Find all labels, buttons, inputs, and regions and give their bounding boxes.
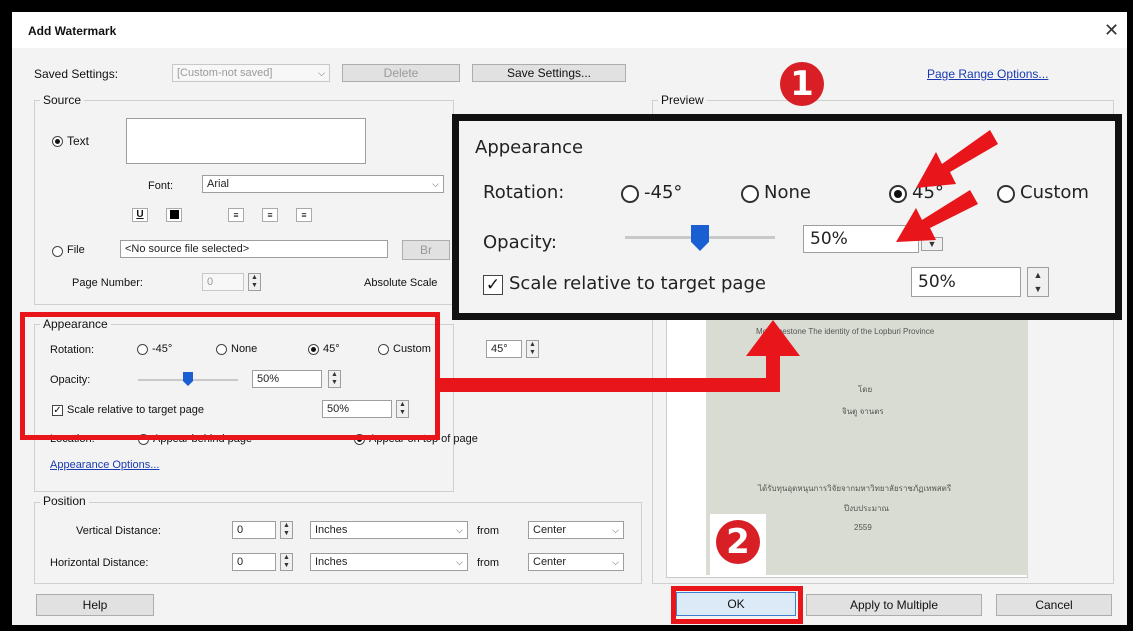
horizontal-distance-label: Horizontal Distance:: [50, 557, 149, 569]
align-center-icon: ≡: [267, 210, 273, 220]
close-icon[interactable]: ✕: [1104, 20, 1119, 41]
preview-funding-line: ได้รับทุนอุดหนุนการวิจัยจากมหาวิทยาลัยรา…: [758, 484, 952, 493]
horizontal-unit-select[interactable]: Inches ⌵: [310, 553, 468, 571]
browse-button[interactable]: Br: [402, 240, 450, 260]
horizontal-distance-spinner[interactable]: ▲ ▼: [280, 553, 293, 571]
cancel-button[interactable]: Cancel: [996, 594, 1112, 616]
zoom-scale-relative-checkbox[interactable]: ✓: [483, 275, 503, 295]
preview-group-label: Preview: [658, 93, 707, 107]
chevron-down-icon: ⌵: [318, 68, 325, 78]
font-label: Font:: [148, 180, 174, 192]
source-file-label: File: [67, 244, 85, 256]
appearance-highlight-box: [20, 312, 440, 440]
chevron-down-icon: ⌵: [612, 525, 619, 535]
connector-arrow-vertical: [766, 350, 780, 392]
chevron-down-icon: ⌵: [456, 557, 463, 567]
appearance-zoom-panel: Appearance Rotation: -45° None 45° Custo…: [452, 114, 1122, 320]
position-group-label: Position: [40, 494, 89, 508]
zoom-rotation-label: Rotation:: [483, 182, 565, 203]
align-center-button[interactable]: ≡: [262, 208, 278, 222]
align-right-icon: ≡: [301, 210, 307, 220]
source-file-field[interactable]: <No source file selected>: [120, 240, 388, 258]
watermark-text-input[interactable]: [126, 118, 366, 164]
preview-author-line: จินตู จานตร: [842, 407, 884, 416]
connector-arrowhead-icon: [746, 320, 800, 356]
preview-fiscal-line: ปีงบประมาณ: [844, 504, 889, 513]
title-bar: [12, 12, 1127, 48]
source-text-radio[interactable]: [52, 136, 63, 147]
saved-settings-select[interactable]: [Custom-not saved] ⌵: [172, 64, 330, 82]
page-number-label: Page Number:: [72, 277, 143, 289]
zoom-rotation-none-label: None: [764, 182, 811, 203]
delete-button[interactable]: Delete: [342, 64, 460, 82]
align-left-icon: ≡: [233, 210, 239, 220]
page-number-input[interactable]: 0: [202, 273, 244, 291]
vertical-anchor-select[interactable]: Center ⌵: [528, 521, 624, 539]
window-title: Add Watermark: [28, 24, 117, 38]
arrow-to-opacity-icon: [896, 190, 978, 242]
connector-arrow-horizontal: [440, 378, 780, 392]
saved-settings-label: Saved Settings:: [34, 67, 119, 81]
preview-year-line: 2559: [854, 523, 872, 532]
apply-to-multiple-button[interactable]: Apply to Multiple: [806, 594, 982, 616]
chevron-down-icon: ⌵: [456, 525, 463, 535]
horizontal-from-label: from: [477, 557, 499, 569]
source-file-radio[interactable]: [52, 246, 63, 257]
vertical-distance-spinner[interactable]: ▲ ▼: [280, 521, 293, 539]
preview-by-line: โดย: [858, 385, 873, 394]
absolute-scale-label: Absolute Scale: [364, 277, 438, 289]
help-button[interactable]: Help: [36, 594, 154, 616]
source-text-label: Text: [67, 134, 90, 148]
zoom-opacity-slider-thumb[interactable]: [691, 225, 709, 251]
zoom-rotation-minus45-radio[interactable]: [621, 185, 639, 203]
zoom-rotation-none-radio[interactable]: [741, 185, 759, 203]
zoom-scale-input[interactable]: 50%: [911, 267, 1021, 297]
color-swatch-icon: [169, 210, 179, 219]
source-group-label: Source: [40, 93, 85, 107]
page-range-options-link[interactable]: Page Range Options...: [927, 67, 1048, 81]
step-1-badge: 1: [780, 62, 824, 106]
zoom-opacity-label: Opacity:: [483, 232, 557, 253]
vertical-unit-select[interactable]: Inches ⌵: [310, 521, 468, 539]
zoom-scale-relative-label: Scale relative to target page: [509, 273, 766, 294]
page-number-spinner[interactable]: ▲ ▼: [248, 273, 261, 291]
zoom-appearance-title: Appearance: [475, 137, 584, 158]
underline-button[interactable]: U: [132, 208, 148, 222]
zoom-scale-spinner[interactable]: ▲ ▼: [1027, 267, 1049, 297]
custom-rotation-input[interactable]: 45°: [486, 340, 522, 358]
align-left-button[interactable]: ≡: [228, 208, 244, 222]
appearance-options-link[interactable]: Appearance Options...: [50, 459, 159, 471]
step-2-badge: 2: [716, 520, 760, 564]
vertical-from-label: from: [477, 525, 499, 537]
save-settings-button[interactable]: Save Settings...: [472, 64, 626, 82]
vertical-distance-label: Vertical Distance:: [76, 525, 161, 537]
align-right-button[interactable]: ≡: [296, 208, 312, 222]
zoom-rotation-minus45-label: -45°: [644, 182, 683, 203]
position-group: [34, 502, 642, 584]
horizontal-anchor-select[interactable]: Center ⌵: [528, 553, 624, 571]
custom-rotation-spinner[interactable]: ▲ ▼: [526, 340, 539, 358]
chevron-down-icon: ⌵: [432, 179, 439, 189]
font-select[interactable]: Arial ⌵: [202, 175, 444, 193]
ok-highlight-box: [671, 586, 803, 624]
arrow-to-45-icon: [916, 130, 998, 188]
zoom-rotation-custom-label: Custom: [1020, 182, 1089, 203]
vertical-distance-input[interactable]: 0: [232, 521, 276, 539]
color-swatch-button[interactable]: [166, 208, 182, 222]
chevron-down-icon: ⌵: [612, 557, 619, 567]
horizontal-distance-input[interactable]: 0: [232, 553, 276, 571]
